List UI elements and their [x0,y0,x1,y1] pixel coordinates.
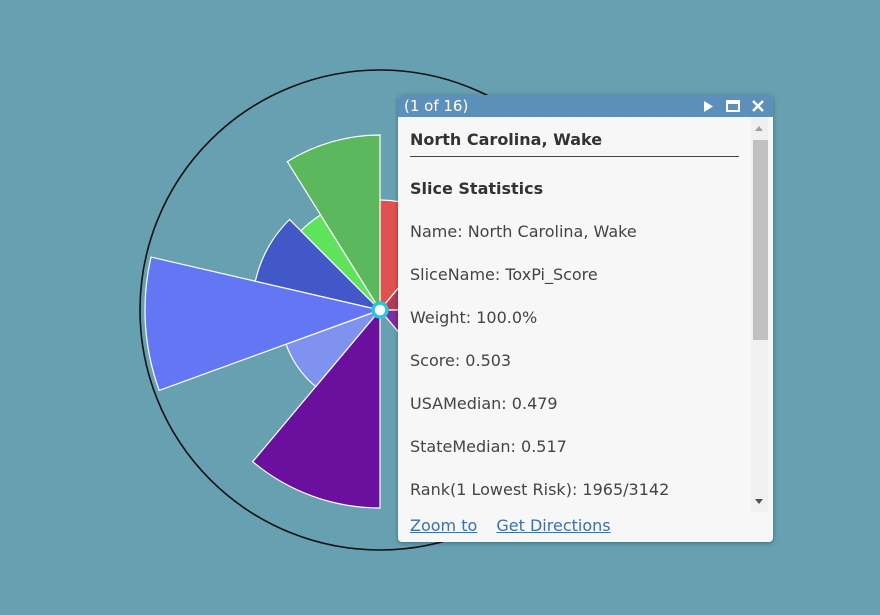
field-row: StateMedian: 0.517 [410,437,741,456]
field-label: Score: [410,351,461,370]
play-icon[interactable] [699,97,717,115]
selection-marker [371,301,389,319]
field-value: 100.0% [476,308,538,327]
scroll-down-icon[interactable] [755,499,763,504]
field-value: North Carolina, Wake [467,222,637,241]
feature-title: North Carolina, Wake [410,117,739,157]
field-row: Rank(1 Lowest Risk): 1965/3142 [410,480,741,499]
scroll-up-icon[interactable] [755,126,763,131]
popup-actions: Zoom to Get Directions [410,516,625,535]
field-label: SliceName: [410,265,501,284]
scroll-thumb[interactable] [753,140,768,340]
field-row: Score: 0.503 [410,351,741,370]
popup-window: (1 of 16) North Carolina, Wake Slice Sta… [398,95,773,542]
maximize-icon[interactable] [724,97,742,115]
field-row: Weight: 100.0% [410,308,741,327]
field-label: StateMedian: [410,437,516,456]
zoom-to-link[interactable]: Zoom to [410,516,477,535]
field-value: 0.517 [521,437,567,456]
field-value: 0.479 [511,394,558,413]
field-list: Name: North Carolina, Wake SliceName: Tox… [410,222,741,499]
close-icon[interactable] [749,97,767,115]
popup-counter: (1 of 16) [404,97,469,115]
popup-header: (1 of 16) [398,95,773,117]
field-row: SliceName: ToxPi_Score [410,265,741,284]
popup-scrollbar[interactable] [751,117,768,512]
popup-content[interactable]: North Carolina, Wake Slice Statistics Na… [398,117,753,512]
field-value: 1965/3142 [582,480,670,499]
field-label: Name: [410,222,463,241]
section-title: Slice Statistics [410,179,544,198]
field-row: USAMedian: 0.479 [410,394,741,413]
field-value: ToxPi_Score [505,265,598,284]
field-label: Weight: [410,308,472,327]
field-label: Rank(1 Lowest Risk): [410,480,578,499]
field-row: Name: North Carolina, Wake [410,222,741,241]
get-directions-link[interactable]: Get Directions [496,516,610,535]
field-value: 0.503 [465,351,512,370]
field-label: USAMedian: [410,394,507,413]
